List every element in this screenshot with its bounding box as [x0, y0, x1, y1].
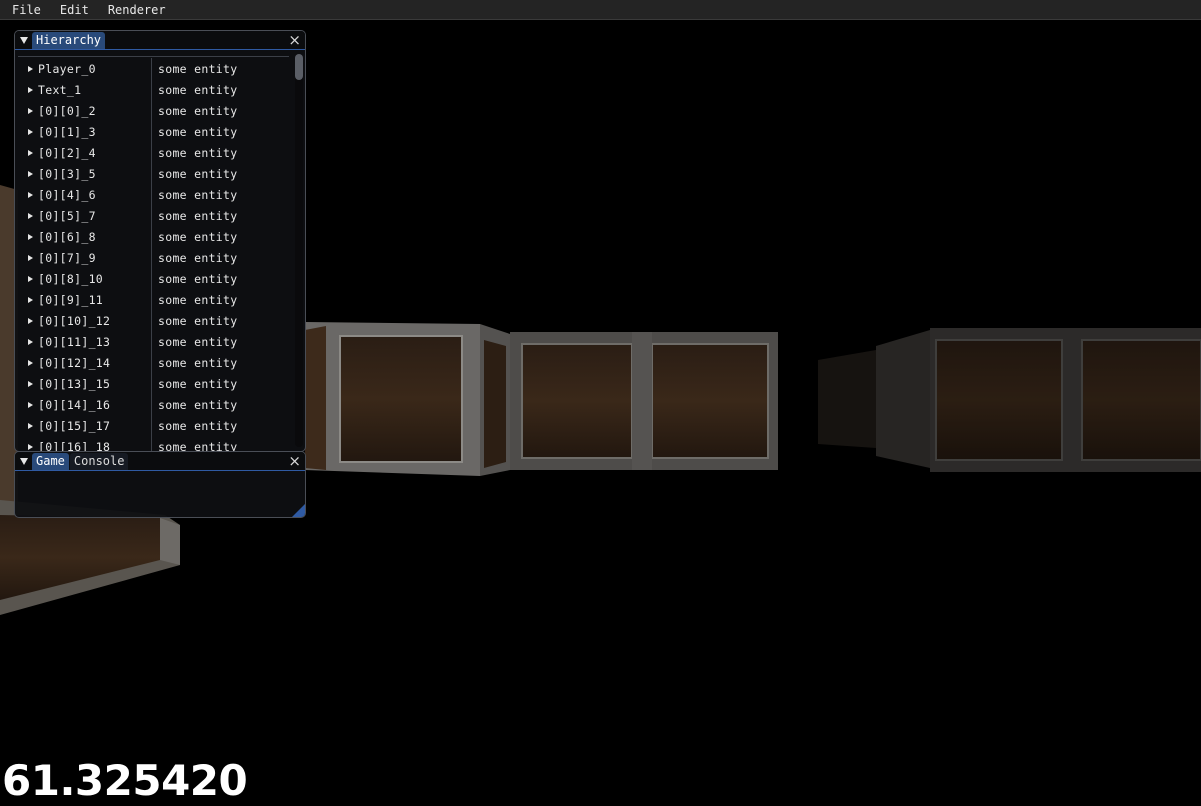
entity-name: [0][2]_4	[38, 145, 96, 160]
hierarchy-row[interactable]: [0][4]_6 some entity	[15, 184, 289, 205]
entity-description: some entity	[158, 82, 238, 97]
game-console-window: Game Console ×	[14, 451, 306, 518]
menu-bar: File Edit Renderer	[0, 0, 1201, 20]
expand-arrow-icon[interactable]	[28, 128, 33, 135]
entity-description: some entity	[158, 124, 238, 139]
entity-description: some entity	[158, 376, 238, 391]
entity-description: some entity	[158, 145, 238, 160]
entity-name: [0][3]_5	[38, 166, 96, 181]
close-icon[interactable]: ×	[288, 452, 301, 470]
entity-name: [0][5]_7	[38, 208, 96, 223]
entity-name: [0][7]_9	[38, 250, 96, 265]
expand-arrow-icon[interactable]	[28, 401, 33, 408]
entity-name: Player_0	[38, 61, 96, 76]
scrollbar[interactable]	[295, 54, 303, 447]
expand-arrow-icon[interactable]	[28, 317, 33, 324]
hierarchy-row[interactable]: [0][8]_10 some entity	[15, 268, 289, 289]
entity-description: some entity	[158, 271, 238, 286]
close-icon[interactable]: ×	[288, 31, 301, 49]
entity-description: some entity	[158, 355, 238, 370]
entity-description: some entity	[158, 208, 238, 223]
entity-name: [0][9]_11	[38, 292, 104, 307]
expand-arrow-icon[interactable]	[28, 338, 33, 345]
crate-row-far	[818, 328, 1201, 472]
expand-arrow-icon[interactable]	[28, 191, 33, 198]
expand-arrow-icon[interactable]	[28, 380, 33, 387]
entity-name: [0][13]_15	[38, 376, 111, 391]
menu-edit[interactable]: Edit	[54, 3, 96, 17]
hierarchy-table: Player_0 some entity Text_1 some entity [0][…	[15, 50, 305, 451]
tab-game[interactable]: Game	[32, 452, 69, 470]
expand-arrow-icon[interactable]	[28, 65, 33, 72]
entity-name: [0][4]_6	[38, 187, 96, 202]
hierarchy-row[interactable]: [0][13]_15 some entity	[15, 373, 289, 394]
expand-arrow-icon[interactable]	[28, 254, 33, 261]
hierarchy-row[interactable]: Player_0 some entity	[15, 58, 289, 79]
entity-name: [0][12]_14	[38, 355, 111, 370]
entity-description: some entity	[158, 229, 238, 244]
entity-description: some entity	[158, 187, 238, 202]
hierarchy-row[interactable]: [0][5]_7 some entity	[15, 205, 289, 226]
hierarchy-row[interactable]: [0][10]_12 some entity	[15, 310, 289, 331]
entity-name: [0][8]_10	[38, 271, 104, 286]
expand-arrow-icon[interactable]	[28, 170, 33, 177]
entity-description: some entity	[158, 313, 238, 328]
entity-description: some entity	[158, 103, 238, 118]
collapse-arrow-icon[interactable]	[20, 36, 28, 44]
entity-description: some entity	[158, 61, 238, 76]
hierarchy-row[interactable]: [0][6]_8 some entity	[15, 226, 289, 247]
fps-counter: 61.325420	[2, 756, 248, 805]
game-console-titlebar[interactable]: Game Console ×	[15, 452, 305, 471]
expand-arrow-icon[interactable]	[28, 149, 33, 156]
expand-arrow-icon[interactable]	[28, 212, 33, 219]
expand-arrow-icon[interactable]	[28, 422, 33, 429]
entity-name: [0][14]_16	[38, 397, 111, 412]
hierarchy-row[interactable]: [0][12]_14 some entity	[15, 352, 289, 373]
menu-file[interactable]: File	[6, 3, 48, 17]
entity-name: [0][11]_13	[38, 334, 111, 349]
entity-description: some entity	[158, 418, 238, 433]
table-separator	[18, 56, 289, 57]
entity-name: [0][15]_17	[38, 418, 111, 433]
entity-description: some entity	[158, 250, 238, 265]
entity-name: [0][0]_2	[38, 103, 96, 118]
hierarchy-row[interactable]: Text_1 some entity	[15, 79, 289, 100]
expand-arrow-icon[interactable]	[28, 296, 33, 303]
expand-arrow-icon[interactable]	[28, 443, 33, 450]
hierarchy-row[interactable]: [0][1]_3 some entity	[15, 121, 289, 142]
hierarchy-titlebar[interactable]: Hierarchy ×	[15, 31, 305, 50]
hierarchy-row[interactable]: [0][0]_2 some entity	[15, 100, 289, 121]
tab-hierarchy[interactable]: Hierarchy	[32, 31, 106, 49]
collapse-arrow-icon[interactable]	[20, 457, 28, 465]
expand-arrow-icon[interactable]	[28, 359, 33, 366]
crate-row	[305, 322, 778, 476]
hierarchy-row[interactable]: [0][16]_18 some entity	[15, 436, 289, 451]
expand-arrow-icon[interactable]	[28, 233, 33, 240]
hierarchy-row[interactable]: [0][14]_16 some entity	[15, 394, 289, 415]
hierarchy-row[interactable]: [0][15]_17 some entity	[15, 415, 289, 436]
expand-arrow-icon[interactable]	[28, 107, 33, 114]
tab-console[interactable]: Console	[69, 452, 129, 470]
menu-renderer[interactable]: Renderer	[102, 3, 173, 17]
hierarchy-row[interactable]: [0][2]_4 some entity	[15, 142, 289, 163]
hierarchy-row[interactable]: [0][7]_9 some entity	[15, 247, 289, 268]
entity-description: some entity	[158, 166, 238, 181]
expand-arrow-icon[interactable]	[28, 86, 33, 93]
hierarchy-rows: Player_0 some entity Text_1 some entity [0][…	[15, 58, 289, 451]
entity-description: some entity	[158, 292, 238, 307]
hierarchy-row[interactable]: [0][11]_13 some entity	[15, 331, 289, 352]
entity-description: some entity	[158, 334, 238, 349]
hierarchy-window: Hierarchy × Player_0 some entity Text_1 som…	[14, 30, 306, 452]
entity-name: [0][1]_3	[38, 124, 96, 139]
entity-name: [0][6]_8	[38, 229, 96, 244]
entity-name: Text_1	[38, 82, 82, 97]
entity-name: [0][10]_12	[38, 313, 111, 328]
scroll-thumb[interactable]	[295, 54, 303, 80]
expand-arrow-icon[interactable]	[28, 275, 33, 282]
hierarchy-row[interactable]: [0][9]_11 some entity	[15, 289, 289, 310]
resize-grip-icon[interactable]	[292, 504, 305, 517]
hierarchy-row[interactable]: [0][3]_5 some entity	[15, 163, 289, 184]
entity-description: some entity	[158, 397, 238, 412]
